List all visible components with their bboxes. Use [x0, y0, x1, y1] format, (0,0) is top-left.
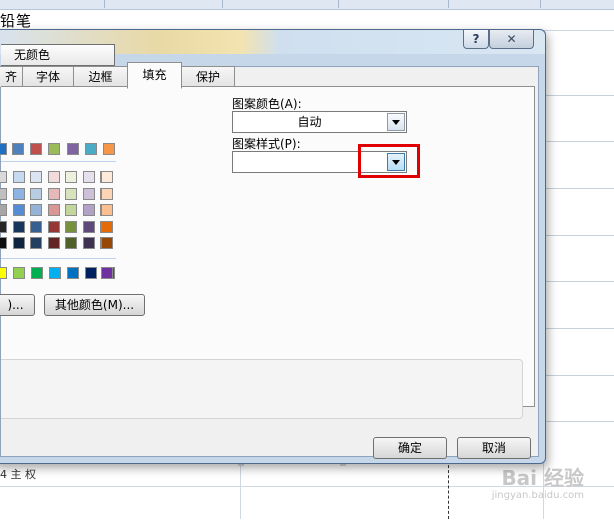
- color-swatch[interactable]: [0, 237, 7, 249]
- color-swatch[interactable]: [65, 187, 77, 200]
- color-swatch[interactable]: [82, 187, 95, 200]
- color-swatch[interactable]: [65, 220, 77, 233]
- tab-alignment[interactable]: 齐: [0, 66, 23, 88]
- sheet-cell-text: 铅笔: [0, 12, 33, 30]
- color-swatch[interactable]: [65, 171, 77, 183]
- pattern-color-value: 自动: [297, 115, 322, 129]
- color-swatch[interactable]: [47, 237, 60, 249]
- color-swatch[interactable]: [30, 204, 42, 216]
- color-swatch[interactable]: [48, 143, 61, 155]
- color-swatch[interactable]: [47, 187, 60, 200]
- color-swatch[interactable]: [67, 267, 79, 279]
- color-swatch[interactable]: [12, 143, 24, 155]
- color-swatch[interactable]: [0, 220, 7, 233]
- color-swatch[interactable]: [12, 220, 25, 233]
- more-colors-button[interactable]: 其他颜色(M)...: [44, 294, 145, 316]
- pattern-color-select[interactable]: 自动: [232, 111, 407, 133]
- column-header-strip: [0, 0, 614, 10]
- color-swatch[interactable]: [101, 171, 113, 183]
- tab-protection[interactable]: 保护: [181, 66, 235, 88]
- chevron-down-icon: [392, 159, 400, 165]
- color-swatch[interactable]: [82, 220, 95, 233]
- color-swatch[interactable]: [47, 204, 60, 216]
- color-swatch[interactable]: [65, 204, 77, 216]
- ok-button[interactable]: 确定: [373, 437, 447, 459]
- pattern-style-dropdown[interactable]: [387, 153, 405, 171]
- help-button[interactable]: ?: [463, 30, 489, 49]
- color-swatch[interactable]: [85, 267, 97, 279]
- no-color-button[interactable]: 无颜色: [1, 44, 115, 66]
- color-swatch[interactable]: [65, 237, 77, 249]
- color-swatch[interactable]: [82, 171, 95, 183]
- color-swatch[interactable]: [101, 220, 113, 233]
- chevron-down-icon: [392, 119, 400, 125]
- color-swatch[interactable]: [30, 171, 42, 183]
- cancel-button[interactable]: 取消: [457, 437, 531, 459]
- color-swatch[interactable]: [66, 143, 79, 155]
- close-icon: ✕: [506, 32, 517, 46]
- color-swatch[interactable]: [101, 187, 113, 200]
- format-cells-dialog: ? ✕ 齐 字体 边框 填充 保护 无颜色 )... 其他颜色(M)... 图案…: [0, 29, 546, 464]
- color-swatch[interactable]: [30, 220, 42, 233]
- color-swatch[interactable]: [0, 171, 7, 183]
- color-swatch[interactable]: [101, 267, 113, 279]
- color-swatch[interactable]: [47, 171, 60, 183]
- color-swatch[interactable]: [12, 187, 25, 200]
- tab-border[interactable]: 边框: [73, 66, 128, 88]
- color-swatch[interactable]: [12, 171, 25, 183]
- color-swatch[interactable]: [49, 267, 61, 279]
- color-swatch[interactable]: [30, 143, 43, 155]
- color-swatch[interactable]: [12, 237, 25, 249]
- color-swatch[interactable]: [101, 204, 113, 216]
- tab-fill[interactable]: 填充: [127, 62, 182, 89]
- color-swatch[interactable]: [103, 143, 115, 155]
- color-swatch[interactable]: [0, 204, 7, 216]
- color-swatch[interactable]: [84, 143, 97, 155]
- color-swatch[interactable]: [47, 220, 60, 233]
- color-swatch[interactable]: [101, 237, 113, 249]
- fill-tab-panel: [1, 86, 535, 407]
- watermark-url: jingyan.baidu.com: [491, 490, 584, 501]
- watermark-logo: Bai 经验: [501, 466, 584, 490]
- color-swatch[interactable]: [13, 267, 25, 279]
- color-swatch[interactable]: [82, 237, 95, 249]
- color-swatch[interactable]: [0, 267, 7, 279]
- color-swatch[interactable]: [30, 237, 42, 249]
- color-swatch[interactable]: [31, 267, 43, 279]
- tab-font[interactable]: 字体: [22, 66, 74, 88]
- color-swatch[interactable]: [30, 187, 42, 200]
- fill-effects-button[interactable]: )...: [0, 294, 35, 316]
- page-break-line: [448, 460, 449, 519]
- color-swatch[interactable]: [0, 187, 7, 200]
- color-swatch[interactable]: [0, 143, 7, 155]
- pattern-color-dropdown[interactable]: [387, 113, 405, 131]
- help-icon: ?: [472, 32, 480, 46]
- color-swatch[interactable]: [12, 204, 25, 216]
- pattern-style-select[interactable]: [232, 151, 407, 173]
- close-button[interactable]: ✕: [489, 30, 534, 49]
- color-swatch[interactable]: [82, 204, 95, 216]
- sheet-cell-text-2: 4 主 权: [0, 468, 36, 481]
